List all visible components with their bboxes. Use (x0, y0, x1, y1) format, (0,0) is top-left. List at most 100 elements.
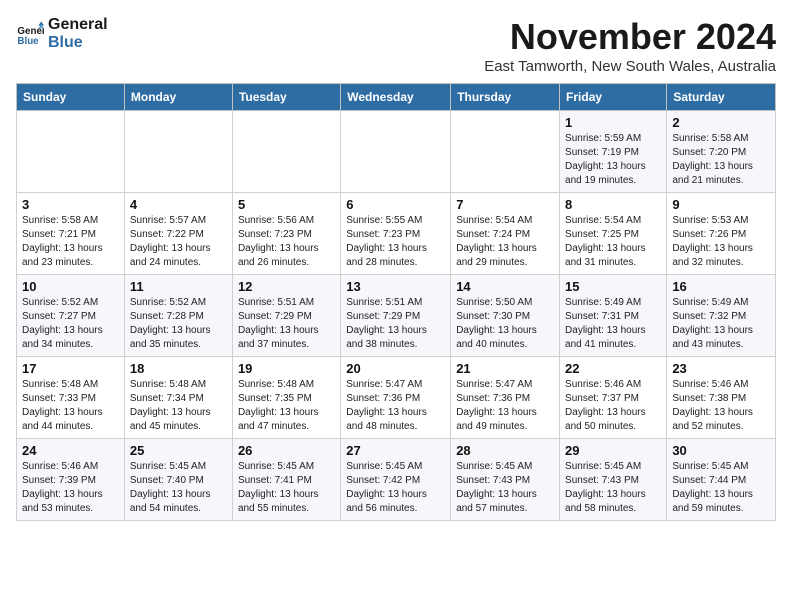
day-number: 10 (22, 279, 119, 294)
day-info: Sunrise: 5:50 AM Sunset: 7:30 PM Dayligh… (456, 296, 554, 352)
day-number: 21 (456, 361, 554, 376)
day-info: Sunrise: 5:55 AM Sunset: 7:23 PM Dayligh… (346, 214, 445, 270)
day-number: 30 (672, 443, 770, 458)
day-number: 28 (456, 443, 554, 458)
calendar-cell: 10 Sunrise: 5:52 AM Sunset: 7:27 PM Dayli… (17, 275, 125, 357)
calendar-cell: 22 Sunrise: 5:46 AM Sunset: 7:37 PM Dayli… (560, 357, 667, 439)
day-info: Sunrise: 5:54 AM Sunset: 7:24 PM Dayligh… (456, 214, 554, 270)
calendar-cell: 5 Sunrise: 5:56 AM Sunset: 7:23 PM Daylig… (232, 193, 340, 275)
day-info: Sunrise: 5:51 AM Sunset: 7:29 PM Dayligh… (346, 296, 445, 352)
day-header-saturday: Saturday (667, 84, 776, 111)
day-number: 11 (130, 279, 227, 294)
calendar-cell: 30 Sunrise: 5:45 AM Sunset: 7:44 PM Dayli… (667, 439, 776, 521)
day-number: 7 (456, 197, 554, 212)
calendar-cell: 28 Sunrise: 5:45 AM Sunset: 7:43 PM Dayli… (451, 439, 560, 521)
day-info: Sunrise: 5:45 AM Sunset: 7:44 PM Dayligh… (672, 460, 770, 516)
calendar-cell: 12 Sunrise: 5:51 AM Sunset: 7:29 PM Dayli… (232, 275, 340, 357)
day-number: 9 (672, 197, 770, 212)
calendar-cell: 16 Sunrise: 5:49 AM Sunset: 7:32 PM Dayli… (667, 275, 776, 357)
week-row-2: 3 Sunrise: 5:58 AM Sunset: 7:21 PM Daylig… (17, 193, 776, 275)
day-info: Sunrise: 5:46 AM Sunset: 7:39 PM Dayligh… (22, 460, 119, 516)
day-number: 6 (346, 197, 445, 212)
week-row-3: 10 Sunrise: 5:52 AM Sunset: 7:27 PM Dayli… (17, 275, 776, 357)
day-info: Sunrise: 5:46 AM Sunset: 7:37 PM Dayligh… (565, 378, 661, 434)
day-info: Sunrise: 5:48 AM Sunset: 7:34 PM Dayligh… (130, 378, 227, 434)
day-number: 1 (565, 115, 661, 130)
day-info: Sunrise: 5:59 AM Sunset: 7:19 PM Dayligh… (565, 132, 661, 188)
calendar-cell (232, 111, 340, 193)
day-info: Sunrise: 5:45 AM Sunset: 7:41 PM Dayligh… (238, 460, 335, 516)
calendar-cell: 20 Sunrise: 5:47 AM Sunset: 7:36 PM Dayli… (341, 357, 451, 439)
day-number: 12 (238, 279, 335, 294)
day-number: 3 (22, 197, 119, 212)
day-info: Sunrise: 5:48 AM Sunset: 7:35 PM Dayligh… (238, 378, 335, 434)
week-row-1: 1 Sunrise: 5:59 AM Sunset: 7:19 PM Daylig… (17, 111, 776, 193)
day-info: Sunrise: 5:52 AM Sunset: 7:28 PM Dayligh… (130, 296, 227, 352)
calendar-cell: 27Sunrise: 5:45 AM Sunset: 7:42 PM Dayli… (341, 439, 451, 521)
calendar-cell: 2 Sunrise: 5:58 AM Sunset: 7:20 PM Daylig… (667, 111, 776, 193)
location-subtitle: East Tamworth, New South Wales, Australi… (484, 58, 776, 75)
calendar-cell: 3 Sunrise: 5:58 AM Sunset: 7:21 PM Daylig… (17, 193, 125, 275)
month-title: November 2024 (484, 16, 776, 58)
calendar-cell: 26 Sunrise: 5:45 AM Sunset: 7:41 PM Dayli… (232, 439, 340, 521)
calendar-table: SundayMondayTuesdayWednesdayThursdayFrid… (16, 83, 776, 521)
day-number: 25 (130, 443, 227, 458)
day-info: Sunrise: 5:54 AM Sunset: 7:25 PM Dayligh… (565, 214, 661, 270)
logo-icon: General Blue (16, 20, 44, 48)
title-area: November 2024 East Tamworth, New South W… (484, 16, 776, 75)
day-header-tuesday: Tuesday (232, 84, 340, 111)
day-number: 18 (130, 361, 227, 376)
day-header-sunday: Sunday (17, 84, 125, 111)
day-number: 16 (672, 279, 770, 294)
day-number: 2 (672, 115, 770, 130)
day-info: Sunrise: 5:58 AM Sunset: 7:21 PM Dayligh… (22, 214, 119, 270)
week-row-4: 17 Sunrise: 5:48 AM Sunset: 7:33 PM Dayli… (17, 357, 776, 439)
day-number: 15 (565, 279, 661, 294)
day-info: Sunrise: 5:48 AM Sunset: 7:33 PM Dayligh… (22, 378, 119, 434)
svg-text:Blue: Blue (17, 35, 39, 46)
calendar-cell: 1 Sunrise: 5:59 AM Sunset: 7:19 PM Daylig… (560, 111, 667, 193)
day-number: 17 (22, 361, 119, 376)
calendar-cell: 23Sunrise: 5:46 AM Sunset: 7:38 PM Dayli… (667, 357, 776, 439)
day-info: Sunrise: 5:49 AM Sunset: 7:32 PM Dayligh… (672, 296, 770, 352)
calendar-cell: 19Sunrise: 5:48 AM Sunset: 7:35 PM Dayli… (232, 357, 340, 439)
calendar-cell: 14 Sunrise: 5:50 AM Sunset: 7:30 PM Dayli… (451, 275, 560, 357)
day-number: 27 (346, 443, 445, 458)
calendar-cell: 15 Sunrise: 5:49 AM Sunset: 7:31 PM Dayli… (560, 275, 667, 357)
day-info: Sunrise: 5:58 AM Sunset: 7:20 PM Dayligh… (672, 132, 770, 188)
day-number: 26 (238, 443, 335, 458)
calendar-cell (341, 111, 451, 193)
logo: General Blue General Blue (16, 16, 108, 51)
header: General Blue General Blue November 2024 … (16, 16, 776, 75)
day-header-thursday: Thursday (451, 84, 560, 111)
day-info: Sunrise: 5:51 AM Sunset: 7:29 PM Dayligh… (238, 296, 335, 352)
day-number: 8 (565, 197, 661, 212)
calendar-cell (124, 111, 232, 193)
day-info: Sunrise: 5:47 AM Sunset: 7:36 PM Dayligh… (456, 378, 554, 434)
calendar-cell: 13 Sunrise: 5:51 AM Sunset: 7:29 PM Dayli… (341, 275, 451, 357)
logo-general: General (48, 16, 108, 34)
calendar-cell (451, 111, 560, 193)
calendar-cell (17, 111, 125, 193)
calendar-cell: 18 Sunrise: 5:48 AM Sunset: 7:34 PM Dayli… (124, 357, 232, 439)
day-number: 4 (130, 197, 227, 212)
calendar-cell: 6 Sunrise: 5:55 AM Sunset: 7:23 PM Daylig… (341, 193, 451, 275)
calendar-cell: 9Sunrise: 5:53 AM Sunset: 7:26 PM Daylig… (667, 193, 776, 275)
day-number: 20 (346, 361, 445, 376)
calendar-cell: 29Sunrise: 5:45 AM Sunset: 7:43 PM Dayli… (560, 439, 667, 521)
day-info: Sunrise: 5:47 AM Sunset: 7:36 PM Dayligh… (346, 378, 445, 434)
day-header-monday: Monday (124, 84, 232, 111)
day-number: 29 (565, 443, 661, 458)
day-info: Sunrise: 5:49 AM Sunset: 7:31 PM Dayligh… (565, 296, 661, 352)
day-info: Sunrise: 5:52 AM Sunset: 7:27 PM Dayligh… (22, 296, 119, 352)
day-info: Sunrise: 5:56 AM Sunset: 7:23 PM Dayligh… (238, 214, 335, 270)
day-number: 13 (346, 279, 445, 294)
day-info: Sunrise: 5:45 AM Sunset: 7:43 PM Dayligh… (456, 460, 554, 516)
day-number: 22 (565, 361, 661, 376)
day-header-wednesday: Wednesday (341, 84, 451, 111)
day-number: 5 (238, 197, 335, 212)
calendar-cell: 11 Sunrise: 5:52 AM Sunset: 7:28 PM Dayli… (124, 275, 232, 357)
calendar-cell: 4Sunrise: 5:57 AM Sunset: 7:22 PM Daylig… (124, 193, 232, 275)
day-number: 14 (456, 279, 554, 294)
calendar-cell: 8 Sunrise: 5:54 AM Sunset: 7:25 PM Daylig… (560, 193, 667, 275)
